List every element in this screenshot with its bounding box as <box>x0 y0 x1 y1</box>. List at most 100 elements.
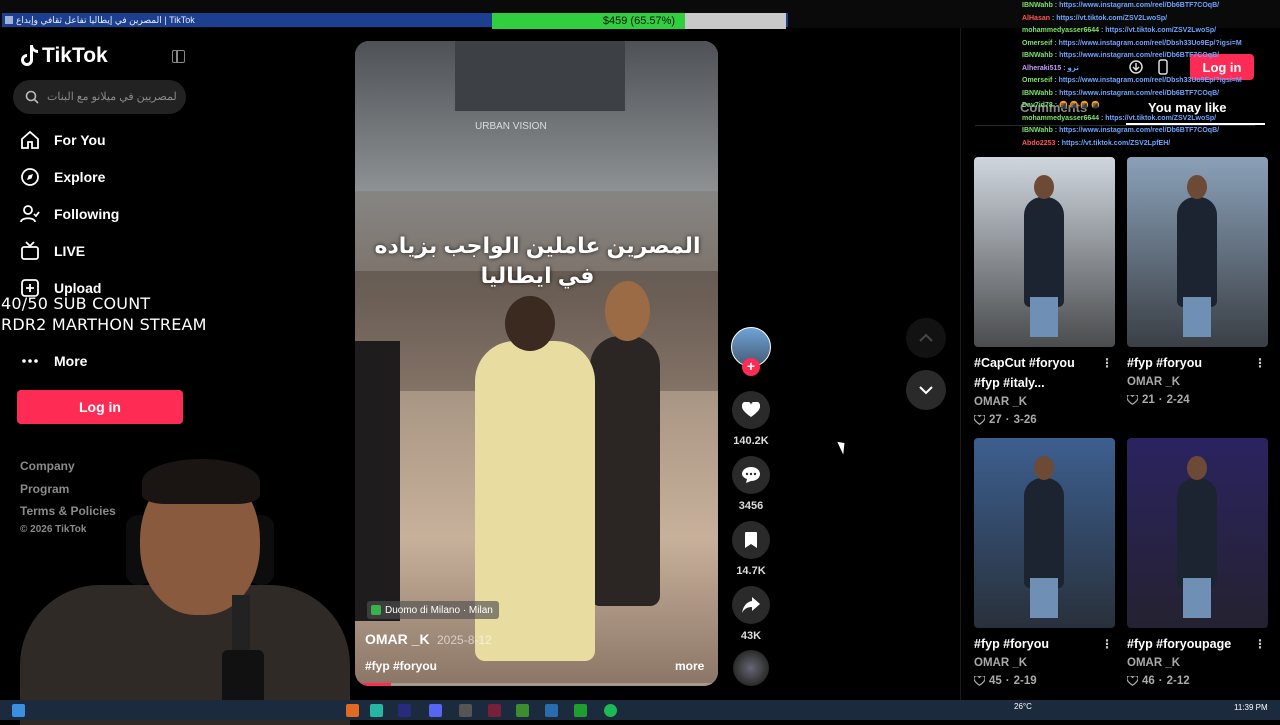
search-input[interactable] <box>47 91 177 103</box>
stream-overlay-sub-count: 40/50 SUB COUNT <box>1 294 151 313</box>
card-title[interactable]: #CapCut #foryou #fyp #italy... ⋮ <box>974 353 1115 393</box>
card-author[interactable]: OMAR _K <box>974 393 1115 411</box>
recommended-card[interactable]: #CapCut #foryou #fyp #italy... ⋮ OMAR _K … <box>974 157 1115 429</box>
chat-text: : https://vt.tiktok.com/ZSV2LpfEH/ <box>1055 139 1171 147</box>
video-author[interactable]: OMAR _K <box>365 631 430 647</box>
following-icon <box>20 204 40 224</box>
taskbar-app-icon[interactable] <box>370 704 383 717</box>
card-thumbnail[interactable] <box>1127 438 1268 628</box>
taskbar-app-icon[interactable] <box>545 704 558 717</box>
card-title[interactable]: #fyp #foryou ⋮ <box>974 634 1115 654</box>
meta-separator: · <box>1005 675 1010 687</box>
nav-label: More <box>54 353 88 369</box>
chat-username: IBNWahb <box>1022 127 1053 134</box>
card-author[interactable]: OMAR _K <box>1127 373 1268 391</box>
follow-plus-icon[interactable]: + <box>742 358 760 376</box>
nav-more[interactable]: More <box>20 351 87 371</box>
card-date: 3-26 <box>1013 414 1037 426</box>
share-count: 43K <box>740 630 762 642</box>
chat-username: Dav7id78 <box>1022 102 1053 109</box>
recommended-card[interactable]: #fyp #foryou ⋮ OMAR _K 21 · 2-24 <box>1127 157 1268 409</box>
minecraft-icon[interactable] <box>516 704 529 717</box>
chat-message: IBNWahb : https://www.instagram.com/reel… <box>1022 88 1242 101</box>
card-author[interactable]: OMAR _K <box>1127 654 1268 672</box>
tiktok-logo[interactable]: TikTok <box>20 44 108 68</box>
video-hashtags[interactable]: #fyp #foryou <box>365 659 437 673</box>
card-likes: 45 <box>989 675 1002 687</box>
card-thumbnail[interactable] <box>1127 157 1268 347</box>
thumb-figure <box>1024 197 1064 307</box>
card-likes: 21 <box>1142 394 1155 406</box>
card-thumbnail[interactable] <box>974 157 1115 347</box>
xbox-icon[interactable] <box>574 704 587 717</box>
nav-for-you[interactable]: For You <box>20 130 106 150</box>
heart-outline-icon <box>974 676 985 686</box>
card-date: 2-12 <box>1166 675 1190 687</box>
donation-goal-bar: $459 (65.57%) <box>492 13 786 29</box>
card-meta: 27 · 3-26 <box>974 411 1115 429</box>
nav-following[interactable]: Following <box>20 204 119 224</box>
previous-video-button[interactable] <box>906 318 946 358</box>
share-button[interactable] <box>732 586 770 624</box>
more-options-icon[interactable]: ⋮ <box>1101 353 1113 373</box>
nav-explore[interactable]: Explore <box>20 167 105 187</box>
more-options-icon[interactable]: ⋮ <box>1254 634 1266 654</box>
thumb-figure <box>1183 297 1211 337</box>
save-button[interactable] <box>732 521 770 559</box>
video-progress-track[interactable] <box>355 683 718 686</box>
more-icon <box>20 351 40 371</box>
video-player[interactable]: URBAN VISION المصرين عاملين الواجب بزياد… <box>355 41 718 686</box>
thumb-figure <box>1177 478 1217 588</box>
taskbar-app-icon[interactable] <box>346 704 359 717</box>
chat-username: IBNWahb <box>1022 52 1053 59</box>
taskbar-clock[interactable]: 11:39 PM <box>1234 703 1268 712</box>
meta-separator: · <box>1158 675 1163 687</box>
nav-live[interactable]: LIVE <box>20 241 85 261</box>
chat-text: : 🍘 🍘 🍘 🍘 <box>1052 102 1100 109</box>
chat-username: Alheraki515 <box>1022 64 1062 72</box>
taskbar-weather[interactable]: 26°C <box>1014 702 1032 711</box>
more-options-icon[interactable]: ⋮ <box>1101 634 1113 654</box>
collapse-sidebar-icon[interactable] <box>172 50 185 63</box>
recommended-card[interactable]: #fyp #foryou ⋮ OMAR _K 45 · 2-19 <box>974 438 1115 690</box>
card-title-text: #fyp #foryou <box>1127 356 1203 370</box>
card-title-text: #CapCut #foryou #fyp #italy... <box>974 356 1075 390</box>
obs-icon[interactable] <box>459 704 472 717</box>
nav-label: For You <box>54 132 106 148</box>
home-icon <box>20 130 40 150</box>
more-options-icon[interactable]: ⋮ <box>1254 353 1266 373</box>
sidebar-login-button[interactable]: Log in <box>17 390 183 424</box>
card-thumbnail[interactable] <box>974 438 1115 628</box>
video-scene-billboard <box>455 41 625 111</box>
recommended-card[interactable]: #fyp #foryoupage ⋮ OMAR _K 46 · 2-12 <box>1127 438 1268 690</box>
video-progress-fill <box>355 683 392 686</box>
next-video-button[interactable] <box>906 370 946 410</box>
thumb-figure <box>1034 456 1054 480</box>
card-date: 2-24 <box>1166 394 1190 406</box>
heart-outline-icon <box>974 415 985 425</box>
chat-message: Alheraki515 : تزو <box>1022 63 1242 76</box>
card-author[interactable]: OMAR _K <box>974 654 1115 672</box>
taskbar-app-icon[interactable] <box>488 704 501 717</box>
save-count: 14.7K <box>736 565 766 577</box>
streamer-webcam <box>0 455 350 725</box>
live-icon <box>20 241 40 261</box>
card-title[interactable]: #fyp #foryoupage ⋮ <box>1127 634 1268 654</box>
chat-message: mohammedyasser6644 : https://vt.tiktok.c… <box>1022 25 1242 38</box>
chat-text: : https://vt.tiktok.com/ZSV2LwoSp/ <box>1099 114 1217 122</box>
spotify-icon[interactable] <box>604 704 617 717</box>
thumb-figure <box>1187 456 1207 480</box>
music-disc-icon[interactable] <box>733 650 769 686</box>
chat-message: mohammedyasser6644 : https://vt.tiktok.c… <box>1022 113 1242 126</box>
windows-start-icon[interactable] <box>12 704 25 717</box>
location-tag[interactable]: Duomo di Milano · Milan <box>367 601 499 619</box>
card-title[interactable]: #fyp #foryou ⋮ <box>1127 353 1268 373</box>
card-meta: 21 · 2-24 <box>1127 391 1268 409</box>
search-box[interactable] <box>13 80 186 114</box>
like-button[interactable] <box>732 391 770 429</box>
premiere-icon[interactable] <box>398 704 411 717</box>
video-more-link[interactable]: more <box>675 659 704 673</box>
discord-icon[interactable] <box>429 704 442 717</box>
video-scene-sign: URBAN VISION <box>475 121 547 132</box>
comment-button[interactable] <box>732 456 770 494</box>
